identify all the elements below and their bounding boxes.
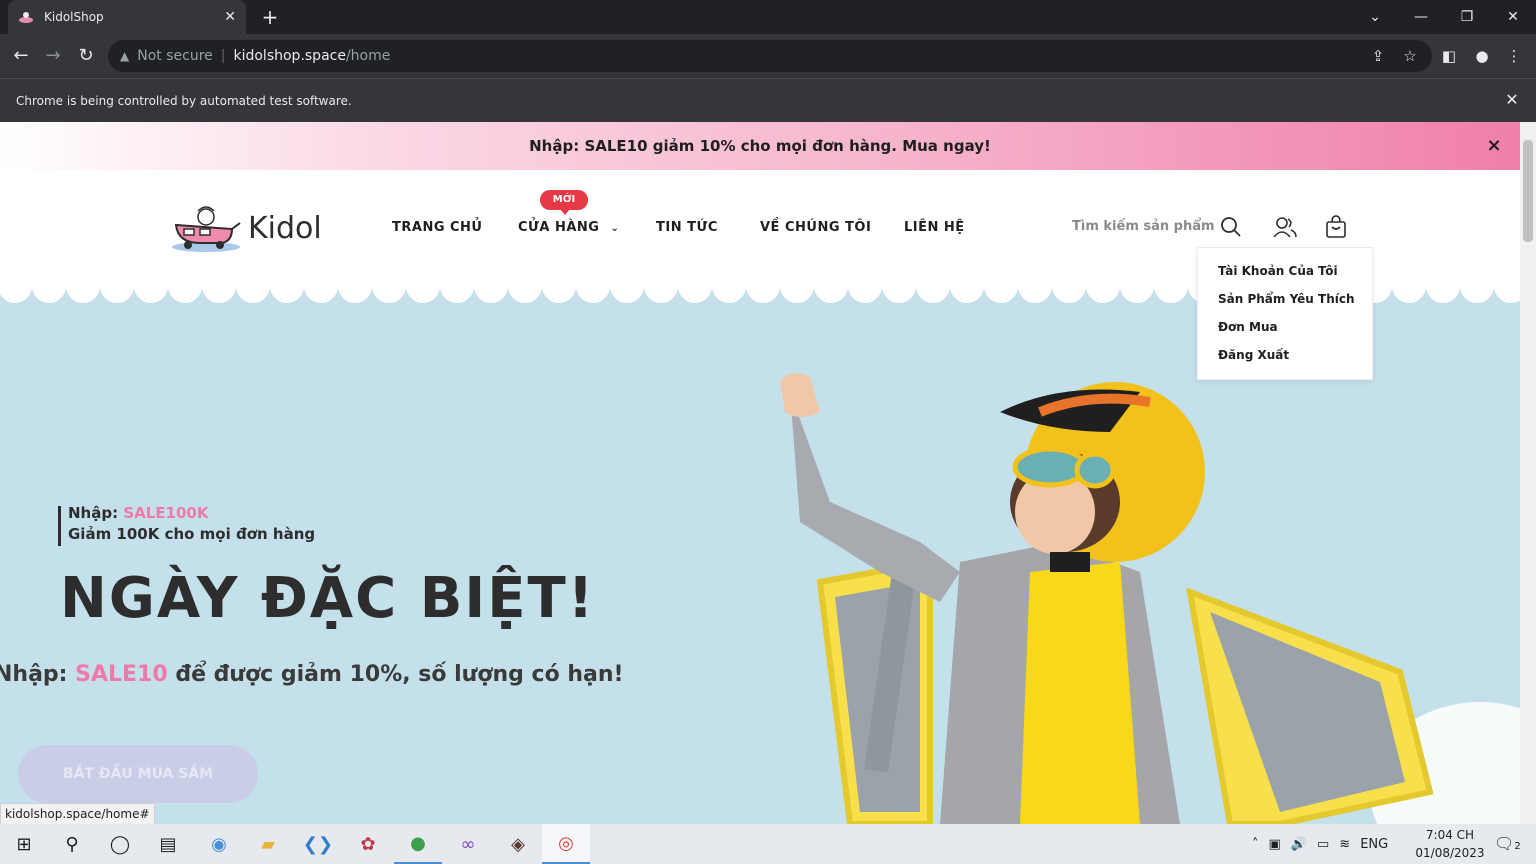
window-close-icon[interactable]: ✕: [1490, 0, 1536, 34]
nav-contact[interactable]: LIÊN HỆ: [904, 220, 965, 235]
hero-subtitle: Nhập: SALE10 để được giảm 10%, số lượng …: [0, 662, 624, 687]
nav-home[interactable]: TRANG CHỦ: [392, 220, 483, 235]
back-icon[interactable]: ←: [8, 44, 34, 68]
visual-studio-icon[interactable]: ∞: [444, 824, 492, 864]
new-badge: MỚI: [540, 190, 588, 215]
battery-icon[interactable]: ▭: [1317, 837, 1329, 852]
vscode-icon[interactable]: ❮❯: [294, 824, 342, 864]
tab-title: KidolShop: [44, 10, 104, 24]
game-app-icon[interactable]: ◈: [494, 824, 542, 864]
address-bar[interactable]: ▲ Not secure | kidolshop.space/home: [108, 40, 1432, 72]
media-app-icon[interactable]: ◉: [195, 824, 243, 864]
search-input[interactable]: Tìm kiếm sản phẩm: [1072, 219, 1215, 234]
new-tab-button[interactable]: +: [258, 5, 282, 29]
file-explorer-icon[interactable]: ▰: [244, 824, 292, 864]
forward-icon[interactable]: →: [40, 44, 66, 68]
share-icon[interactable]: ⇪: [1367, 45, 1389, 67]
nav-about[interactable]: VỀ CHÚNG TÔI: [760, 220, 871, 235]
hy-app-icon[interactable]: ●: [394, 824, 442, 864]
coupon-accent-bar: [58, 506, 61, 546]
profile-icon[interactable]: ●: [1471, 45, 1493, 67]
minimize-icon[interactable]: —: [1398, 0, 1444, 34]
system-tray: ˄ ▣ 🔊 ▭ ≋ ENG: [1252, 824, 1388, 864]
browser-tab[interactable]: KidolShop ✕: [8, 0, 246, 34]
site-logo[interactable]: Kidol: [170, 200, 340, 256]
coupon-code: SALE100K: [123, 504, 209, 522]
scrollbar-thumb[interactable]: [1523, 140, 1533, 242]
menu-item-my-account[interactable]: Tài Khoản Của Tôi: [1218, 262, 1372, 290]
taskbar-clock[interactable]: 7:04 CH 01/08/2023: [1410, 826, 1490, 862]
clock-time: 7:04 CH: [1425, 828, 1475, 842]
menu-item-logout[interactable]: Đăng Xuất: [1218, 346, 1372, 374]
promo-text: Nhập: SALE10 giảm 10% cho mọi đơn hàng. …: [529, 137, 991, 155]
network-app-icon[interactable]: ✿: [344, 824, 392, 864]
reload-icon[interactable]: ↻: [73, 44, 99, 68]
hero-sub-code: SALE10: [75, 662, 168, 687]
page-viewport: Nhập: SALE10 giảm 10% cho mọi đơn hàng. …: [0, 122, 1520, 824]
infobar-text: Chrome is being controlled by automated …: [16, 93, 352, 108]
windows-start-icon[interactable]: ⊞: [0, 824, 48, 864]
chevron-down-icon: ⌄: [610, 223, 620, 234]
nav-shop[interactable]: CỬA HÀNG ⌄: [518, 220, 619, 235]
notification-count: 2: [1514, 841, 1521, 852]
search-taskbar-icon[interactable]: ⚲: [48, 824, 96, 864]
restore-icon[interactable]: ❐: [1444, 0, 1490, 34]
shopping-bag-icon[interactable]: [1323, 214, 1349, 240]
hero-sub-prefix: Nhập:: [0, 662, 76, 687]
url-path: /home: [345, 48, 391, 64]
hero-sub-suffix: để được giảm 10%, số lượng có hạn!: [167, 662, 624, 687]
search-icon[interactable]: [1218, 214, 1244, 240]
task-view-icon[interactable]: ▤: [144, 824, 192, 864]
promo-banner: Nhập: SALE10 giảm 10% cho mọi đơn hàng. …: [0, 122, 1520, 170]
tab-close-icon[interactable]: ✕: [224, 9, 236, 25]
volume-icon[interactable]: 🔊: [1291, 837, 1307, 852]
hero-child-pilot-image: [780, 373, 1520, 824]
status-bar-url: kidolshop.space/home#: [0, 803, 155, 824]
tray-chevron-icon[interactable]: ˄: [1252, 837, 1259, 852]
coupon-prefix: Nhập:: [68, 504, 124, 522]
side-panel-icon[interactable]: ◧: [1438, 45, 1460, 67]
url-separator: |: [220, 48, 226, 64]
infobar-close-icon[interactable]: ✕: [1500, 88, 1524, 112]
start-shopping-button[interactable]: BẮT ĐẦU MUA SẮM: [18, 745, 258, 803]
promo-close-icon[interactable]: ×: [1482, 134, 1506, 158]
user-account-icon[interactable]: [1272, 214, 1298, 240]
menu-kebab-icon[interactable]: ⋮: [1503, 45, 1525, 67]
bookmark-star-icon[interactable]: ☆: [1399, 45, 1421, 67]
account-dropdown-menu: Tài Khoản Của Tôi Sản Phẩm Yêu Thích Đơn…: [1197, 247, 1373, 380]
clock-date: 01/08/2023: [1415, 846, 1485, 860]
stroller-logo-icon: [172, 206, 241, 252]
automation-infobar: Chrome is being controlled by automated …: [0, 78, 1536, 122]
menu-item-orders[interactable]: Đơn Mua: [1218, 318, 1372, 346]
chrome-taskbar-icon[interactable]: ◎: [542, 824, 590, 864]
wifi-icon[interactable]: ≋: [1339, 837, 1350, 852]
tab-search-icon[interactable]: ⌄: [1352, 0, 1398, 34]
notification-icon[interactable]: 🗨2: [1494, 834, 1521, 853]
cortana-icon[interactable]: ◯: [96, 824, 144, 864]
nav-news[interactable]: TIN TỨC: [656, 220, 718, 235]
security-label: Not secure: [137, 48, 213, 64]
url-host: kidolshop.space: [233, 48, 346, 64]
nav-shop-label: CỬA HÀNG: [518, 220, 600, 235]
menu-item-wishlist[interactable]: Sản Phẩm Yêu Thích: [1218, 290, 1372, 318]
coupon-line: Nhập: SALE100K: [68, 504, 208, 522]
warning-icon: ▲: [120, 49, 130, 63]
kidol-favicon-icon: [19, 12, 33, 23]
tray-device-icon[interactable]: ▣: [1269, 837, 1281, 852]
coupon-description: Giảm 100K cho mọi đơn hàng: [68, 525, 316, 543]
hero-title: NGÀY ĐẶC BIỆT!: [60, 566, 596, 631]
language-indicator[interactable]: ENG: [1360, 837, 1388, 852]
logo-wordmark: Kidol: [248, 210, 322, 246]
